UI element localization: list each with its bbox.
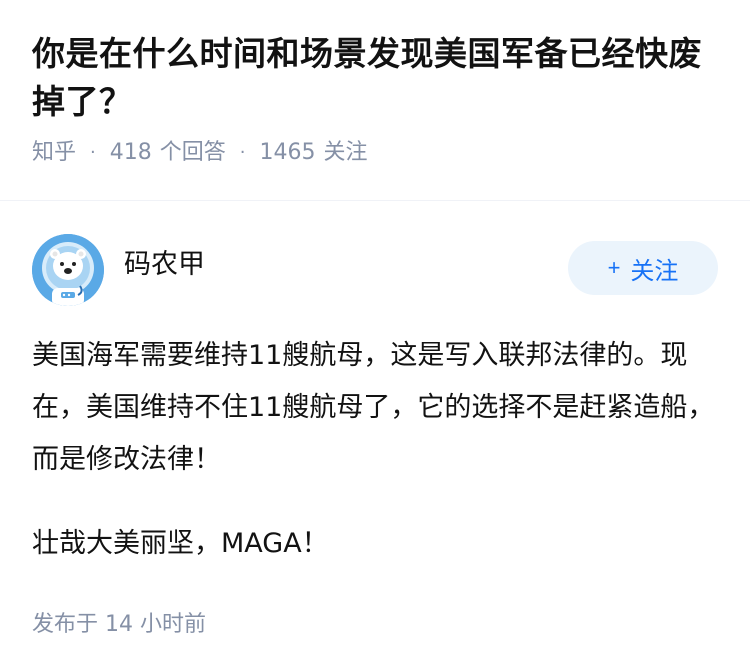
source-label[interactable]: 知乎 (32, 138, 76, 168)
follow-button-label: 关注 (630, 257, 679, 285)
author-name[interactable]: 码农甲 (124, 242, 205, 281)
author-row: 码农甲 + 关注 (32, 232, 718, 308)
question-meta: 知乎 · 418 个回答 · 1465 关注 (32, 138, 718, 168)
answer-footer: 发布于 14 小时前 (32, 606, 718, 638)
answer-card: 码农甲 + 关注 美国海军需要维持11艘航母，这是写入联邦法律的。现在，美国维持… (32, 232, 718, 638)
answer-paragraph: 壮哉大美丽坚，MAGA！ (32, 528, 329, 559)
answers-count[interactable]: 418 (110, 138, 152, 168)
bear-astronaut-avatar-icon (32, 234, 104, 306)
follow-button[interactable]: + 关注 (568, 241, 718, 295)
answers-label[interactable]: 个回答 (160, 138, 226, 168)
meta-separator: · (239, 142, 246, 163)
published-time: 14 小时前 (105, 612, 207, 637)
followers-label[interactable]: 关注 (324, 138, 368, 168)
answer-content[interactable]: 美国海军需要维持11艘航母，这是写入联邦法律的。现在，美国维持不住11艘航母了，… (32, 330, 718, 570)
answer-paragraph: 美国海军需要维持11艘航母，这是写入联邦法律的。现在，美国维持不住11艘航母了，… (32, 340, 715, 475)
followers-count[interactable]: 1465 (260, 138, 316, 168)
author-avatar[interactable] (32, 234, 104, 306)
plus-icon: + (607, 255, 621, 280)
section-divider (0, 200, 750, 201)
question-title[interactable]: 你是在什么时间和场景发现美国军备已经快废掉了？ (32, 30, 718, 126)
published-label: 发布于 (32, 612, 99, 637)
meta-separator: · (90, 142, 96, 163)
question-header: 你是在什么时间和场景发现美国军备已经快废掉了？ 知乎 · 418 个回答 · 1… (0, 0, 750, 168)
